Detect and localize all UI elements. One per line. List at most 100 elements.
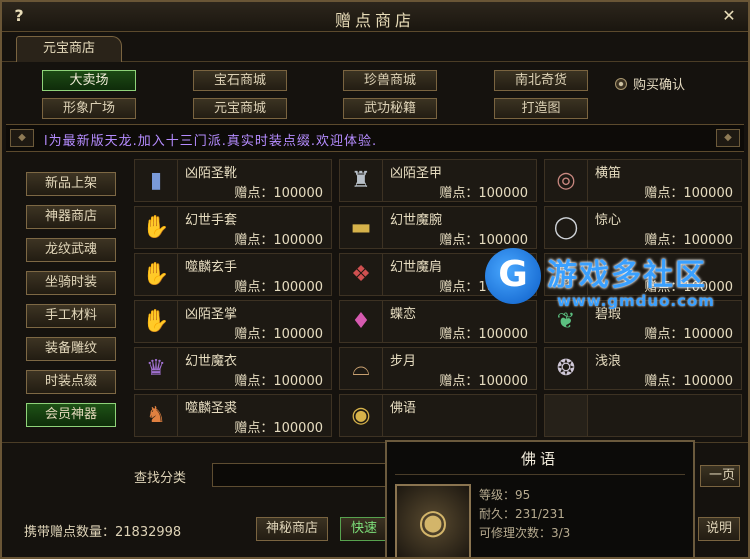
top-button-rare-goods[interactable]: 南北奇货 xyxy=(494,70,588,91)
item-cell[interactable]: ▬ 幻世魔腕 赠点：100000 xyxy=(339,206,537,249)
category-new-arrivals[interactable]: 新品上架 xyxy=(26,172,116,196)
armor-icon[interactable]: ♜ xyxy=(340,160,383,201)
tooltip-title: 佛语 xyxy=(520,450,559,468)
item-tooltip: 佛语 ◉ 等级：95 耐久：231/231 可修理次数：3/3 xyxy=(385,440,695,557)
category-artifact-shop[interactable]: 神器商店 xyxy=(26,205,116,229)
item-name: 浅浪 xyxy=(595,354,622,369)
item-cell[interactable]: ◉ 佛语 xyxy=(339,394,537,437)
item-cell[interactable]: ✋ 噬麟玄手 赠点：100000 xyxy=(134,253,332,296)
quick-buy-button[interactable]: 快速 xyxy=(340,517,388,541)
item-name: 蝶恋 xyxy=(390,307,417,322)
item-name: 横笛 xyxy=(595,166,622,181)
item-price: 赠点：100000 xyxy=(439,186,528,201)
next-page-button[interactable]: 一页 xyxy=(700,465,740,487)
bead-icon[interactable]: ❂ xyxy=(545,348,588,389)
robe-icon[interactable]: ♛ xyxy=(135,348,178,389)
item-name: 幻世魔衣 xyxy=(185,354,238,369)
top-button-yuanbao-mall[interactable]: 元宝商城 xyxy=(193,98,287,119)
item-cell[interactable]: ♛ 幻世魔衣 赠点：100000 xyxy=(134,347,332,390)
item-name: 噬麟圣裘 xyxy=(185,401,238,416)
category-mount-fashion[interactable]: 坐骑时装 xyxy=(26,271,116,295)
shoulder-icon[interactable]: ❖ xyxy=(340,254,383,295)
item-price: 赠点：100000 xyxy=(439,327,528,342)
top-button-image-plaza[interactable]: 形象广场 xyxy=(42,98,136,119)
item-name: 凶陌圣甲 xyxy=(390,166,443,181)
help-button[interactable]: 说明 xyxy=(698,517,740,541)
purchase-confirm-label: 购买确认 xyxy=(633,78,686,93)
gold-ring-icon[interactable]: ◉ xyxy=(340,395,383,436)
item-price: 赠点：100000 xyxy=(439,374,528,389)
category-member-artifact[interactable]: 会员神器 xyxy=(26,403,116,427)
category-equip-engraving[interactable]: 装备雕纹 xyxy=(26,337,116,361)
item-cell[interactable]: ✋ 幻世手套 赠点：100000 xyxy=(134,206,332,249)
item-price: 赠点：100000 xyxy=(234,280,323,295)
scroll-ornament-left-icon: ◆ xyxy=(10,129,34,147)
item-price: 赠点：100000 xyxy=(644,327,733,342)
empty-slot xyxy=(545,395,588,436)
category-fashion-accents[interactable]: 时装点缀 xyxy=(26,370,116,394)
ring-icon[interactable]: ◎ xyxy=(545,160,588,201)
mystery-shop-button[interactable]: 神秘商店 xyxy=(256,517,328,541)
top-button-martial-arts[interactable]: 武功秘籍 xyxy=(343,98,437,119)
category-craft-materials[interactable]: 手工材料 xyxy=(26,304,116,328)
tooltip-durability: 耐久：231/231 xyxy=(479,507,565,521)
tooltip-repairs: 可修理次数：3/3 xyxy=(479,526,571,540)
boots-icon[interactable]: ▮ xyxy=(135,160,178,201)
gauntlet-icon[interactable]: ✋ xyxy=(135,254,178,295)
item-name: 佛语 xyxy=(390,401,417,416)
announcement-banner: ◆ l为最新版天龙.加入十三门派.真实时装点缀.欢迎体验. ◆ xyxy=(6,124,744,152)
item-cell[interactable]: ✋ 凶陌圣掌 赠点：100000 xyxy=(134,300,332,343)
radio-icon[interactable] xyxy=(615,77,627,90)
gift-point-shop-window: ? 赠点商店 ✕ 元宝商店 大卖场 宝石商城 珍兽商城 南北奇货 形象广场 元宝… xyxy=(0,0,750,559)
gmduo-logo-icon: G xyxy=(485,248,541,304)
title-bar: ? 赠点商店 ✕ xyxy=(2,2,748,32)
item-name: 步月 xyxy=(390,354,417,369)
category-dragon-soul[interactable]: 龙纹武魂 xyxy=(26,238,116,262)
tooltip-divider xyxy=(395,474,685,475)
item-price: 赠点：100000 xyxy=(644,374,733,389)
scroll-ornament-right-icon: ◆ xyxy=(716,129,740,147)
item-cell[interactable]: ♜ 凶陌圣甲 赠点：100000 xyxy=(339,159,537,202)
purchase-confirm-option[interactable]: 购买确认 xyxy=(615,74,685,93)
item-cell[interactable]: ◎ 横笛 赠点：100000 xyxy=(544,159,742,202)
top-button-pet-mall[interactable]: 珍兽商城 xyxy=(343,70,437,91)
top-button-mall[interactable]: 大卖场 xyxy=(42,70,136,91)
item-name: 凶陌圣掌 xyxy=(185,307,238,322)
bracer-icon[interactable]: ▬ xyxy=(340,207,383,248)
item-name: 噬麟玄手 xyxy=(185,260,238,275)
item-cell[interactable]: ▮ 凶陌圣靴 赠点：100000 xyxy=(134,159,332,202)
item-cell[interactable]: ⌓ 步月 赠点：100000 xyxy=(339,347,537,390)
belt-icon[interactable]: ⌓ xyxy=(340,348,383,389)
item-price: 赠点：100000 xyxy=(234,327,323,342)
item-price: 赠点：100000 xyxy=(234,186,323,201)
gold-ring-icon: ◉ xyxy=(395,484,471,557)
item-name: 幻世魔腕 xyxy=(390,213,443,228)
item-name: 惊心 xyxy=(595,213,622,228)
close-icon[interactable]: ✕ xyxy=(718,6,740,26)
item-price: 赠点：100000 xyxy=(644,186,733,201)
item-cell[interactable] xyxy=(544,394,742,437)
window-title: 赠点商店 xyxy=(334,11,415,30)
item-name: 凶陌圣靴 xyxy=(185,166,238,181)
item-name: 幻世魔肩 xyxy=(390,260,443,275)
item-cell[interactable]: ❂ 浅浪 赠点：100000 xyxy=(544,347,742,390)
tooltip-level: 等级：95 xyxy=(479,488,531,502)
item-price: 赠点：100000 xyxy=(234,233,323,248)
gauntlet-icon[interactable]: ✋ xyxy=(135,207,178,248)
gauntlet-icon[interactable]: ✋ xyxy=(135,301,178,342)
banner-text: l为最新版天龙.加入十三门派.真实时装点缀.欢迎体验. xyxy=(44,134,378,149)
item-price: 赠点：100000 xyxy=(234,421,323,436)
item-cell[interactable]: ◯ 惊心 赠点：100000 xyxy=(544,206,742,249)
top-button-forge-pattern[interactable]: 打造图 xyxy=(494,98,588,119)
search-input[interactable] xyxy=(212,463,412,487)
watermark: G 游戏多社区 www.gmduo.com xyxy=(485,246,747,316)
beast-armor-icon[interactable]: ♞ xyxy=(135,395,178,436)
tab-row: 元宝商店 xyxy=(2,32,748,62)
top-button-gem-mall[interactable]: 宝石商城 xyxy=(193,70,287,91)
item-cell[interactable]: ♞ 噬麟圣裘 赠点：100000 xyxy=(134,394,332,437)
amulet-icon[interactable]: ♦ xyxy=(340,301,383,342)
tab-yuanbao-shop[interactable]: 元宝商店 xyxy=(16,36,122,62)
ring-icon[interactable]: ◯ xyxy=(545,207,588,248)
watermark-url: www.gmduo.com xyxy=(557,292,715,310)
item-name: 幻世手套 xyxy=(185,213,238,228)
